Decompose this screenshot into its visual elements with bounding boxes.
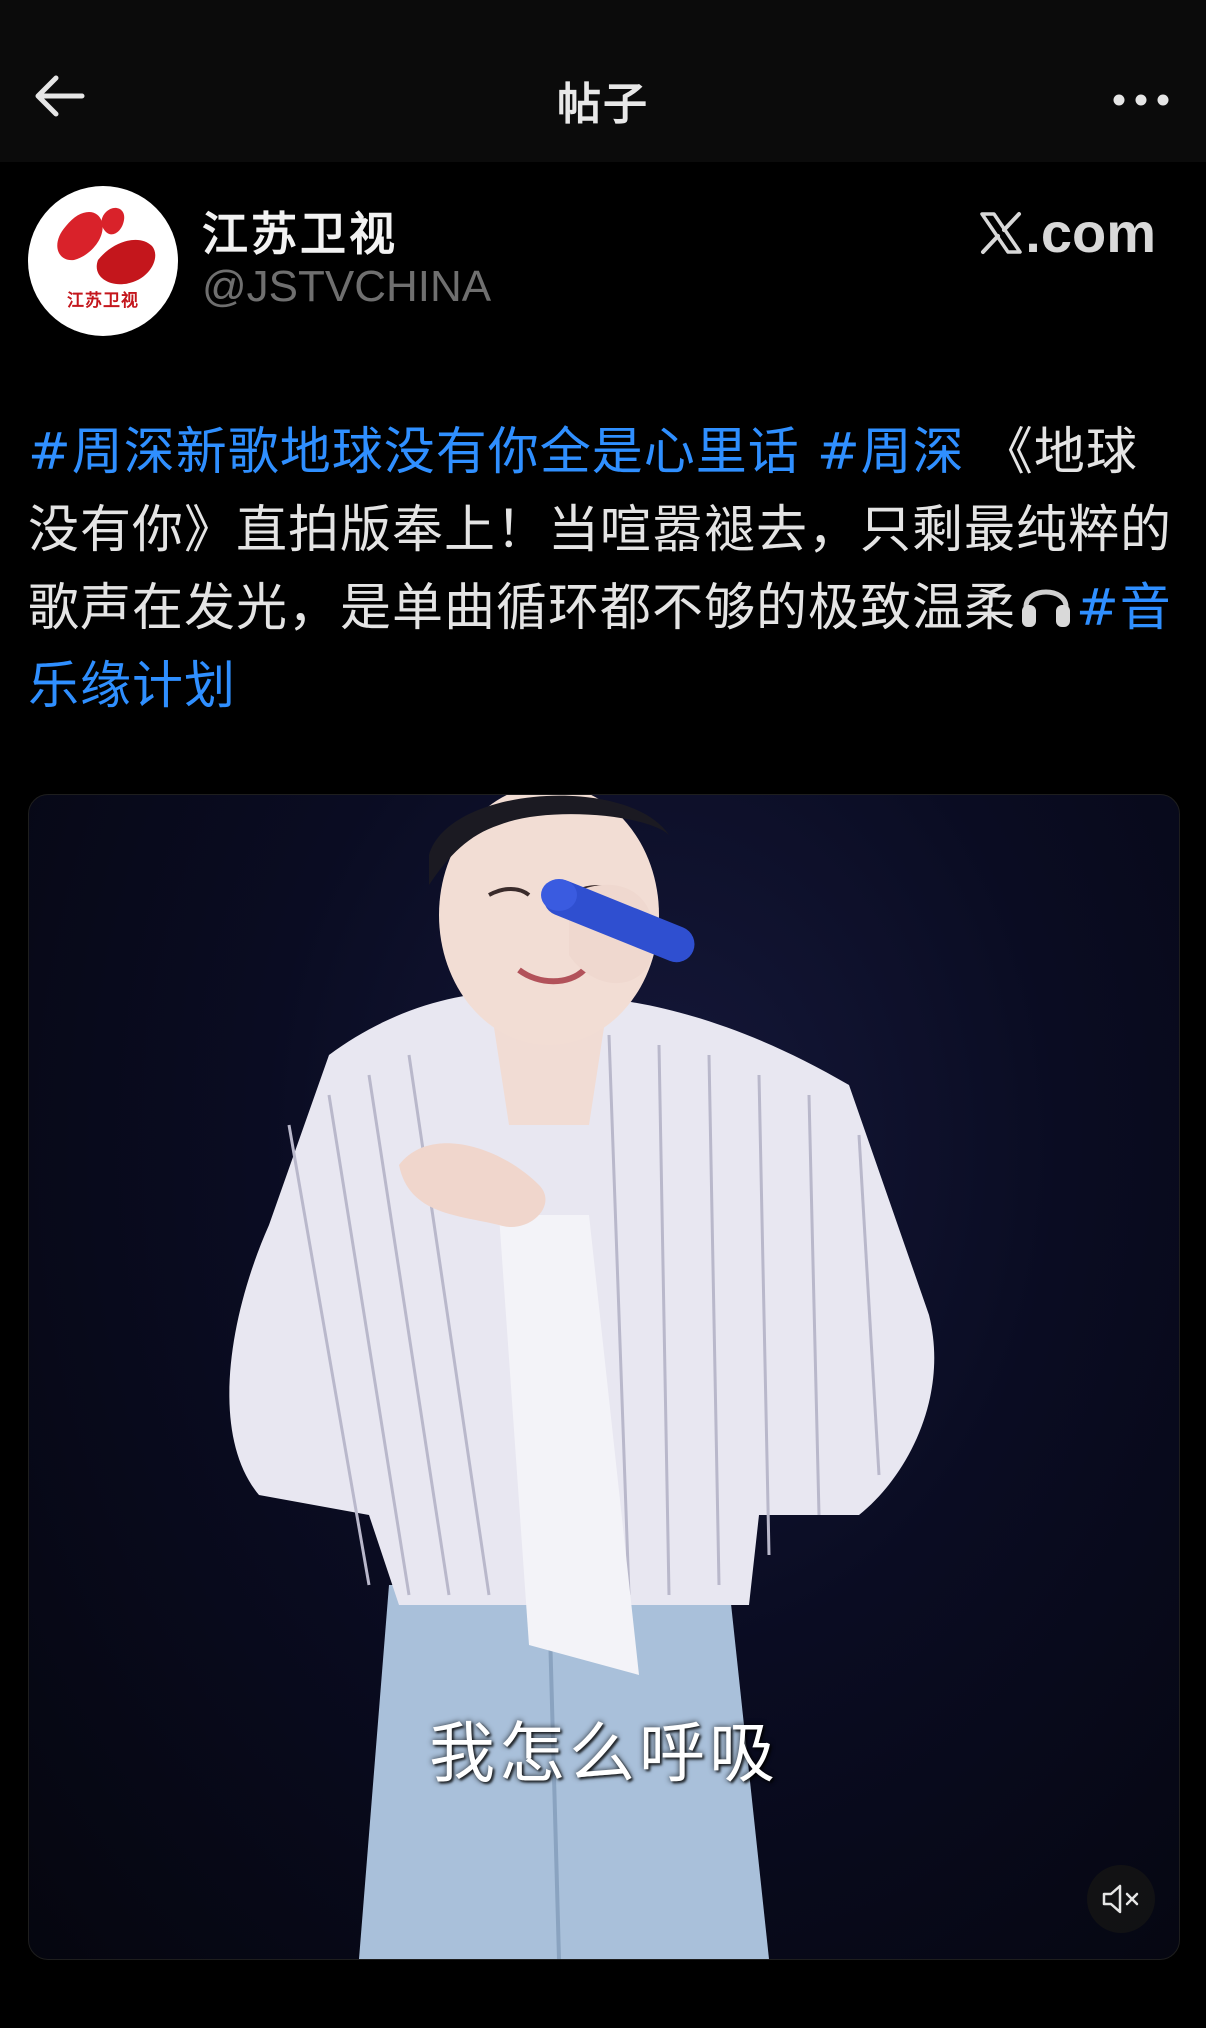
source-brand[interactable]: .com [979,200,1156,265]
video-subtitle: 我怎么呼吸 [429,1715,779,1792]
source-domain: .com [1025,201,1156,264]
avatar-caption: 江苏卫视 [67,291,139,311]
mute-button[interactable] [1087,1865,1155,1933]
author-name[interactable]: 江苏卫视 [202,198,398,264]
headphones-emoji [1022,589,1071,627]
more-options-button[interactable] [1106,70,1176,130]
top-bar: 帖子 [0,0,1206,162]
jstv-logo-icon [57,207,156,285]
hashtag-link[interactable]: #周深 [817,423,965,482]
speaker-muted-icon [1102,1884,1139,1914]
author-handle[interactable]: @JSTVCHINA [202,262,491,312]
avatar[interactable]: 江苏卫视 [28,186,178,336]
post-text: #周深新歌地球没有你全是心里话 #周深 《地球没有你》直拍版奉上！当喧嚣褪去，只… [28,414,1178,726]
page-title: 帖子 [557,79,649,130]
ellipsis-icon [1113,94,1169,106]
hashtag-link[interactable]: #周深新歌地球没有你全是心里话 [28,423,800,482]
video-player[interactable]: 我怎么呼吸 [28,794,1180,1960]
x-logo-icon [980,211,1023,254]
